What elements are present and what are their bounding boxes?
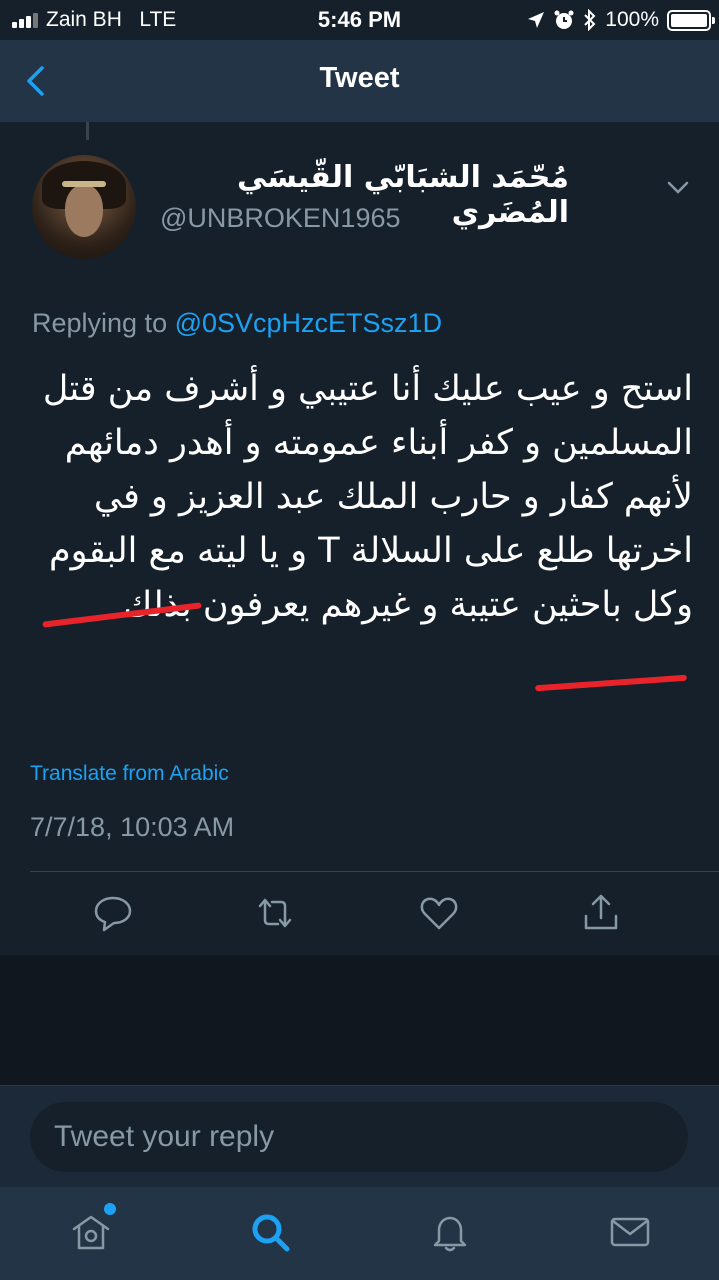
battery-percent: 100%	[605, 8, 659, 31]
mail-icon	[610, 1217, 650, 1247]
bell-icon	[433, 1216, 467, 1252]
bluetooth-icon	[584, 9, 596, 31]
red-annotation-underline	[534, 674, 688, 692]
tweet-timestamp: 7/7/18, 10:03 AM	[30, 812, 235, 842]
page-title: Tweet	[319, 62, 400, 94]
share-icon[interactable]	[578, 890, 624, 936]
reply-input[interactable]	[30, 1102, 688, 1172]
avatar[interactable]	[32, 155, 136, 259]
reply-mention-link[interactable]: @0SVcpHzcETSsz1D	[175, 308, 442, 338]
tab-bar	[0, 1187, 719, 1280]
translate-link[interactable]: Translate from Arabic	[30, 762, 229, 786]
divider	[30, 871, 719, 872]
status-bar: Zain BH LTE 5:46 PM 100%	[0, 0, 719, 40]
chevron-down-icon[interactable]	[664, 173, 692, 201]
replying-prefix: Replying to	[32, 308, 175, 338]
notification-dot	[104, 1203, 116, 1215]
author-handle[interactable]: @UNBROKEN1965	[160, 203, 401, 234]
reply-bar	[0, 1085, 719, 1187]
replying-to: Replying to @0SVcpHzcETSsz1D	[32, 308, 442, 339]
battery-icon	[667, 9, 715, 31]
tab-notifications[interactable]	[427, 1209, 473, 1255]
tab-messages[interactable]	[607, 1209, 653, 1255]
tab-search[interactable]	[247, 1209, 293, 1255]
retweet-icon[interactable]	[252, 890, 298, 936]
status-indicators: 100%	[527, 7, 715, 33]
alarm-icon	[554, 10, 574, 29]
thread-line	[86, 122, 89, 140]
tab-home[interactable]	[68, 1203, 116, 1255]
tweet-text: استح و عيب عليك أنا عتيبي و أشرف من قتل …	[42, 369, 693, 625]
empty-replies-area	[0, 955, 719, 1085]
location-icon	[528, 12, 545, 28]
home-icon	[72, 1215, 110, 1250]
tweet-actions	[0, 890, 719, 940]
search-icon	[252, 1214, 290, 1252]
navigation-bar: Tweet	[0, 40, 719, 122]
reply-icon[interactable]	[90, 890, 136, 936]
heart-icon[interactable]	[416, 890, 462, 936]
